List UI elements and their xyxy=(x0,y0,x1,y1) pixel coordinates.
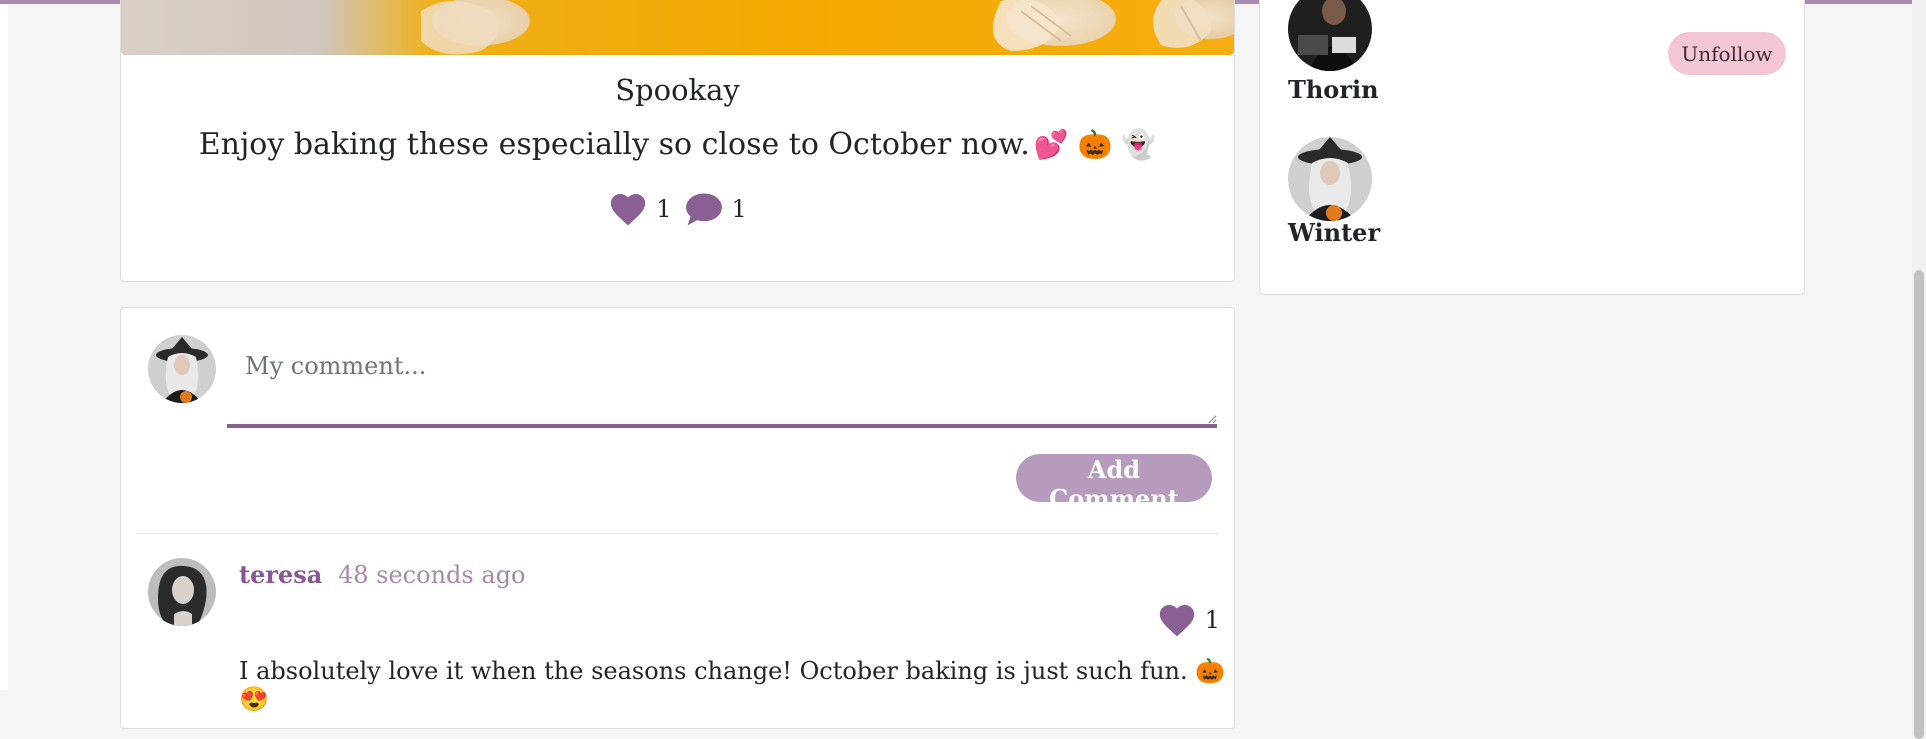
divider xyxy=(136,533,1218,534)
following-card: Thorin Unfollow Winter xyxy=(1259,0,1805,295)
winter-avatar[interactable] xyxy=(1288,137,1372,221)
post-title: Spookay xyxy=(615,73,740,107)
winter-avatar-icon xyxy=(1288,137,1372,221)
thorin-avatar-icon xyxy=(1288,0,1372,71)
comments-card: Add Comment teresa 48 seconds ago 1 I ab… xyxy=(120,307,1235,729)
current-user-avatar xyxy=(148,335,216,403)
comment-input[interactable] xyxy=(227,332,1217,428)
post-image xyxy=(121,0,1234,55)
commenter-avatar-icon xyxy=(148,558,216,626)
page-scrollbar[interactable] xyxy=(1912,0,1926,739)
add-comment-button[interactable]: Add Comment xyxy=(1016,454,1212,513)
comment-timestamp: 48 seconds ago xyxy=(337,561,526,589)
user-avatar-icon xyxy=(148,335,216,403)
unfollow-button[interactable]: Unfollow xyxy=(1668,32,1786,75)
comment-count: 1 xyxy=(731,195,747,223)
comment-text-body: I absolutely love it when the seasons ch… xyxy=(239,657,1188,685)
post-body-text: Enjoy baking these especially so close t… xyxy=(198,127,1030,162)
thorin-avatar[interactable] xyxy=(1288,0,1372,71)
scrollbar-thumb[interactable] xyxy=(1914,270,1924,739)
commenter-avatar xyxy=(148,558,216,626)
comment-button[interactable] xyxy=(684,191,724,227)
following-name-winter[interactable]: Winter xyxy=(1288,218,1380,247)
like-count: 1 xyxy=(656,195,672,223)
post-card: Spookay Enjoy baking these especially so… xyxy=(120,0,1235,282)
post-body-emojis: 💕 🎃 👻 xyxy=(1033,128,1157,161)
heart-icon xyxy=(611,193,646,226)
comment-like-button[interactable] xyxy=(1157,602,1197,638)
cookie-photo-icon xyxy=(421,0,1211,55)
comment-header: teresa 48 seconds ago xyxy=(239,560,525,589)
comment-text: I absolutely love it when the seasons ch… xyxy=(239,657,1234,713)
comment-like: 1 xyxy=(1157,602,1220,638)
comment-like-count: 1 xyxy=(1204,606,1220,634)
comment-author-link[interactable]: teresa xyxy=(239,560,322,589)
post-body: Enjoy baking these especially so close t… xyxy=(121,127,1234,162)
speech-bubble-icon xyxy=(685,193,722,226)
left-edge-panel xyxy=(0,4,8,690)
post-stats: 1 1 xyxy=(121,191,1234,227)
following-name-thorin[interactable]: Thorin xyxy=(1288,75,1379,104)
like-button[interactable] xyxy=(608,191,648,227)
heart-icon xyxy=(1159,604,1194,637)
